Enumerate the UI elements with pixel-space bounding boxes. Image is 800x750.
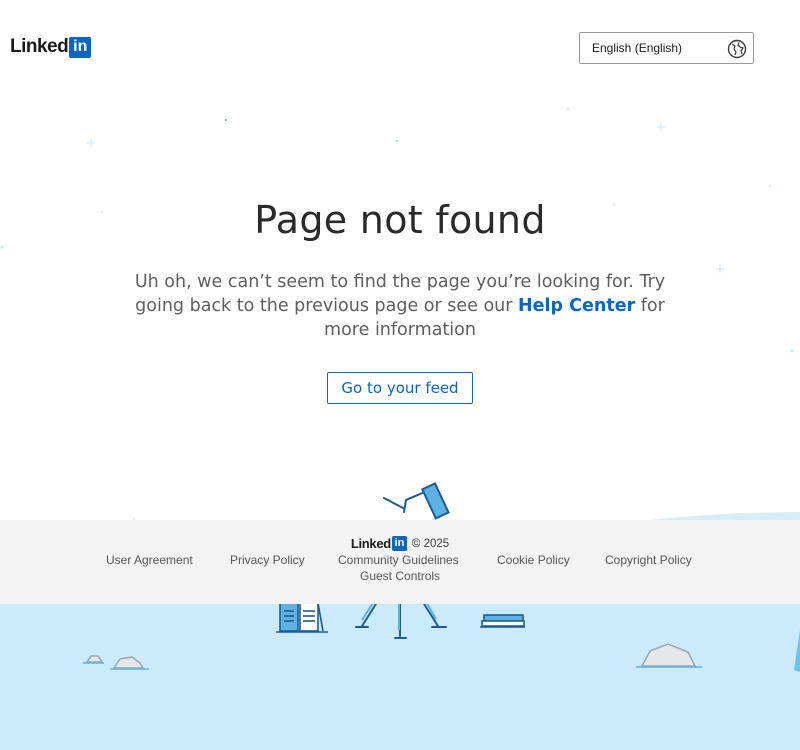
- footer-logo-in-box: in: [391, 536, 407, 551]
- footer-link-user-agreement[interactable]: User Agreement: [106, 553, 193, 567]
- help-center-link[interactable]: Help Center: [518, 296, 635, 316]
- footer-link-privacy-policy[interactable]: Privacy Policy: [230, 553, 305, 567]
- footer-brand: Linked in © 2025: [0, 536, 800, 551]
- logo-in-box: in: [69, 36, 92, 58]
- language-selector[interactable]: English (English): [579, 32, 754, 64]
- footer: Linked in © 2025 User Agreement Privacy Po…: [0, 520, 800, 604]
- footer-logo-wordmark: Linked: [350, 536, 391, 551]
- page-title: Page not found: [254, 198, 546, 242]
- globe-icon: [727, 39, 747, 59]
- language-selector-value: English (English): [592, 41, 683, 55]
- books-right: [480, 614, 525, 628]
- go-to-feed-button[interactable]: Go to your feed: [327, 372, 473, 404]
- linkedin-logo[interactable]: Linked in: [10, 36, 92, 58]
- logo-wordmark: Linked: [10, 36, 69, 57]
- footer-copyright: © 2025: [411, 537, 450, 550]
- footer-link-community-guidelines[interactable]: Community Guidelines: [338, 553, 459, 567]
- error-message: Uh oh, we can’t seem to find the page yo…: [130, 270, 670, 342]
- footer-link-guest-controls[interactable]: Guest Controls: [360, 569, 440, 583]
- footer-link-cookie-policy[interactable]: Cookie Policy: [497, 553, 570, 567]
- footer-link-copyright-policy[interactable]: Copyright Policy: [605, 553, 692, 567]
